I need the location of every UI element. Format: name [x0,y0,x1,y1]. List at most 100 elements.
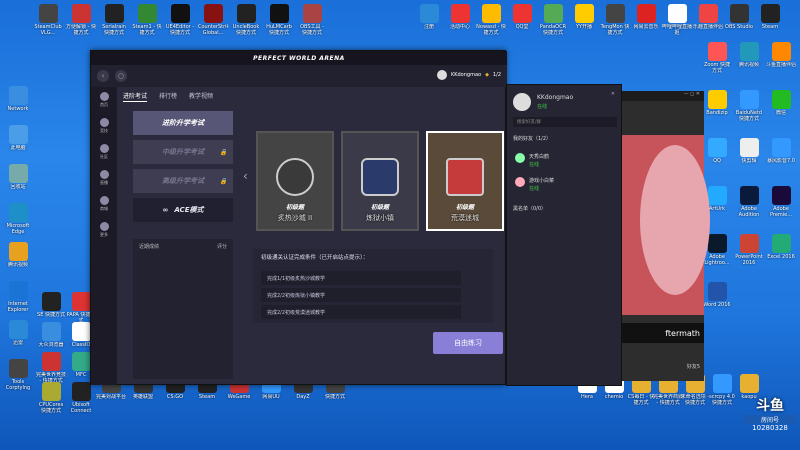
friends-search-input[interactable]: 搜索好友/群 [513,117,617,127]
shortcut-label: OBS工具 - 快捷方式 [300,24,324,36]
desktop-shortcut[interactable]: UE4Editor - 快捷方式 [165,4,195,36]
desktop-shortcut[interactable]: OBS工具 - 快捷方式 [297,4,327,36]
desktop-shortcut[interactable]: SteamClub VLG... [33,4,63,36]
desktop-shortcut[interactable]: 乐趣直播伴侣 [693,4,723,36]
desktop-shortcut[interactable]: Excel 2016 [766,234,796,266]
vip-icon[interactable]: ◆ [485,72,489,78]
friend-avatar[interactable] [515,177,525,187]
mode-intermediate-exam[interactable]: 中级升学考试 🔒 [133,140,233,164]
carousel-prev-arrow[interactable]: ‹ [243,169,248,183]
desktop-shortcut[interactable]: TengMon 快捷方式 [600,4,630,36]
sidebar-item[interactable]: 直播 [91,165,117,191]
desktop-shortcut[interactable]: 快剪辑 [734,138,764,170]
tab-advanced-exam[interactable]: 进阶考试 [123,91,148,102]
desktop-shortcut[interactable]: QQ堂 [507,4,537,36]
desktop-shortcut[interactable]: QQ [702,138,732,170]
blacklist-header[interactable]: 黑名单（0/0） [513,205,546,212]
app-icon [71,4,91,23]
desktop-shortcut[interactable]: Adobe Premie... [766,186,796,218]
desktop-shortcut[interactable]: Adobe Audition [734,186,764,218]
desktop-shortcut[interactable]: scrcpy 4.0 快捷方式 [707,374,737,406]
task-item: 完成2/2初级荒漠迷城教学 [261,305,461,319]
desktop-shortcut[interactable]: 完美世界竞技 - 快捷方式 [36,352,66,384]
desktop-shortcut[interactable]: 斗鱼直播伴侣 [766,42,796,74]
desktop-shortcut[interactable]: 方便解锁 - 快捷方式 [66,4,96,36]
desktop-shortcut[interactable]: CPUCores 快捷方式 [36,382,66,414]
app-icon [771,42,791,61]
desktop-shortcut[interactable]: 此电脑 [3,125,33,157]
friend-name[interactable]: 游戏小白菜 [529,177,554,184]
map-card-dust[interactable]: 初级题 荒漠迷城 [426,131,504,231]
desktop-shortcut[interactable]: 腾讯视频 [734,42,764,74]
desktop-shortcut[interactable]: Serialrain 快捷方式 [99,4,129,36]
desktop-shortcut[interactable]: 回收站 [3,164,33,196]
desktop-shortcut[interactable]: 腾讯视频 [3,242,33,274]
mode-basic-exam[interactable]: 进阶升学考试 [133,111,233,135]
desktop-shortcut[interactable]: Word 2016 [702,282,732,314]
sidebar-item[interactable]: 首页 [91,87,117,113]
friends-group-header[interactable]: 我的好友（1/2） [513,135,551,142]
friend-avatar[interactable] [515,153,525,163]
map-card-inferno[interactable]: 初级题 炼狱小镇 [341,131,419,231]
map-name: 炙热沙城 II [277,214,313,222]
perfect-world-arena-window: PERFECT WORLD ARENA ‹ ○ KKdongmao ◆ 1/2 … [90,50,507,385]
free-practice-button[interactable]: 自由练习 [433,332,503,354]
desktop-shortcut[interactable]: 迅雷 [3,320,33,352]
mode-advanced-exam[interactable]: 高级升学考试 🔒 [133,169,233,193]
friends-avatar[interactable] [513,93,531,111]
desktop-shortcut[interactable]: Steam1 - 快捷方式 [132,4,162,36]
tab-tutorial-videos[interactable]: 教学视频 [189,91,213,102]
shortcut-label: CPUCores 快捷方式 [38,402,64,414]
desktop-shortcut[interactable]: SE 快捷方式 [36,292,66,324]
tab-ranking[interactable]: 排行榜 [159,91,177,102]
friends-status[interactable]: 在线 [537,103,547,110]
desktop-shortcut[interactable]: PandaOCR 快捷方式 [538,4,568,36]
desktop-shortcut[interactable]: 注册 [414,4,444,36]
desktop-shortcut[interactable]: 暴风影音7.0 [766,138,796,170]
map-card-mirage[interactable]: 初级题 炙热沙城 II [256,131,334,231]
desktop-shortcut[interactable]: 哔哩哔哩直播姬 [662,4,692,36]
desktop-shortcut[interactable]: PowerPoint 2016 [734,234,764,266]
side-window[interactable]: — ◻ ✕ ftermath 好友5 [620,91,710,381]
desktop-shortcut[interactable]: 大众浏览器 [36,322,66,354]
desktop-shortcut[interactable]: 微信 [766,90,796,122]
desktop-shortcut[interactable]: UncleBook 快捷方式 [231,4,261,36]
desktop-shortcut[interactable]: OBS Studio [724,4,754,36]
shortcut-label: PowerPoint 2016 [735,254,763,266]
side-window-controls[interactable]: — ◻ ✕ [620,91,704,101]
friends-close-icon[interactable]: ✕ [611,91,615,97]
mode-ace[interactable]: ∞ ACE模式 [133,198,233,222]
app-icon [739,90,759,109]
user-avatar[interactable] [436,70,447,80]
desktop-shortcut[interactable]: Network [3,86,33,118]
map-badge-icon [361,158,399,196]
desktop-shortcut[interactable]: Ubisoft Connect [66,382,96,414]
desktop-shortcut[interactable]: Steam [755,4,785,36]
desktop-shortcut[interactable]: Internet Explorer [3,281,33,313]
app-icon [8,320,28,339]
infinity-icon: ∞ [162,206,169,214]
desktop-shortcut[interactable]: Bandizip [702,90,732,122]
sidebar-item[interactable]: 商城 [91,191,117,217]
desktop-shortcut[interactable]: Zoom 快捷方式 [702,42,732,74]
refresh-button[interactable]: ○ [115,70,127,82]
window-titlebar[interactable]: PERFECT WORLD ARENA [91,51,507,65]
desktop-shortcut[interactable]: 活动中心 [445,4,475,36]
desktop-shortcut[interactable]: Tools Corptylng [3,359,33,391]
friend-name[interactable]: 天秀白鹤 [529,153,549,160]
back-button[interactable]: ‹ [97,70,109,82]
desktop-shortcut[interactable]: HuLMCarb 快捷方式 [264,4,294,36]
desktop-shortcut[interactable]: 网易云音乐 [631,4,661,36]
sidebar-item[interactable]: 更多 [91,217,117,243]
desktop-shortcut[interactable]: CounterStrike Global... [198,4,228,36]
app-icon [739,42,759,61]
desktop-shortcut[interactable]: Nowasd - 快捷方式 [476,4,506,36]
sidebar-item[interactable]: 竞技 [91,113,117,139]
desktop-shortcut[interactable]: BaiduNetd 快捷方式 [734,90,764,122]
header-username[interactable]: KKdongmao [451,72,481,78]
history-more-link[interactable]: 评分 [217,243,227,250]
desktop-shortcut[interactable]: Microsoft Edge [3,203,33,235]
shortcut-label: BaiduNetd 快捷方式 [735,110,763,122]
desktop-shortcut[interactable]: YY开播 [569,4,599,36]
sidebar-item[interactable]: 社区 [91,139,117,165]
